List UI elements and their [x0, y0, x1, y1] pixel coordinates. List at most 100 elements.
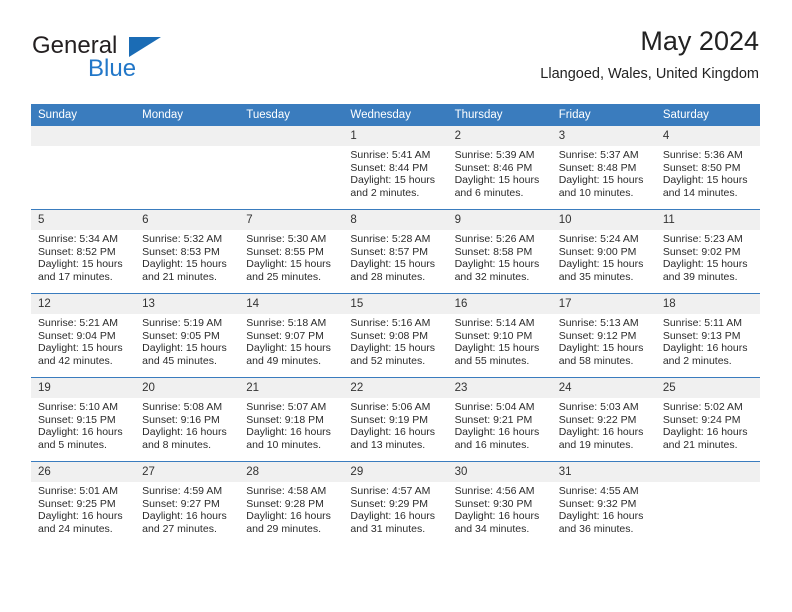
page-title: May 2024: [640, 26, 759, 56]
day-details: Sunrise: 5:08 AM Sunset: 9:16 PM Daylight:…: [135, 398, 239, 451]
day-detail-line: Sunset: 9:13 PM: [662, 329, 741, 342]
day-detail-line: Daylight: 16 hours: [558, 510, 644, 523]
day-cell[interactable]: 12 Sunrise: 5:21 AM Sunset: 9:04 PM Dayligh…: [31, 293, 136, 378]
day-number: 31: [551, 462, 656, 482]
day-detail-line: Sunset: 9:10 PM: [454, 329, 533, 342]
day-cell[interactable]: 17 Sunrise: 5:13 AM Sunset: 9:12 PM Dayligh…: [551, 293, 656, 378]
day-cell[interactable]: 28 Sunrise: 4:58 AM Sunset: 9:28 PM Dayligh…: [239, 461, 344, 545]
day-cell[interactable]: 5 Sunrise: 5:34 AM Sunset: 8:52 PM Daylight…: [31, 209, 136, 294]
day-detail-line: and 8 minutes.: [142, 438, 212, 451]
day-cell[interactable]: 22 Sunrise: 5:06 AM Sunset: 9:19 PM Dayligh…: [343, 377, 448, 462]
day-detail-line: Daylight: 15 hours: [454, 174, 540, 187]
day-detail-line: and 19 minutes.: [558, 438, 634, 451]
day-detail-line: and 21 minutes.: [662, 438, 738, 451]
day-detail-line: and 45 minutes.: [142, 354, 217, 367]
day-detail-line: Daylight: 15 hours: [350, 342, 436, 355]
day-cell[interactable]: 30 Sunrise: 4:56 AM Sunset: 9:30 PM Dayligh…: [447, 461, 552, 545]
day-detail-line: Sunrise: 4:59 AM: [142, 485, 223, 497]
day-number: 18: [655, 294, 760, 314]
day-detail-line: and 55 minutes.: [454, 354, 530, 367]
day-cell[interactable]: 11 Sunrise: 5:23 AM Sunset: 9:02 PM Dayligh…: [655, 209, 760, 294]
day-detail-line: Sunset: 9:22 PM: [558, 413, 637, 426]
day-cell[interactable]: 25 Sunrise: 5:02 AM Sunset: 9:24 PM Dayligh…: [655, 377, 760, 462]
day-detail-line: and 2 minutes.: [350, 186, 420, 199]
day-cell[interactable]: 26 Sunrise: 5:01 AM Sunset: 9:25 PM Dayligh…: [31, 461, 136, 545]
day-detail-line: Daylight: 16 hours: [246, 510, 331, 523]
day-cell[interactable]: 8 Sunrise: 5:28 AM Sunset: 8:57 PM Daylight…: [343, 209, 448, 294]
day-cell[interactable]: 14 Sunrise: 5:18 AM Sunset: 9:07 PM Dayligh…: [239, 293, 344, 378]
day-cell[interactable]: 13 Sunrise: 5:19 AM Sunset: 9:05 PM Dayligh…: [135, 293, 240, 378]
day-detail-line: Sunrise: 5:26 AM: [454, 233, 535, 245]
day-cell[interactable]: 9 Sunrise: 5:26 AM Sunset: 8:58 PM Daylight…: [447, 209, 552, 294]
weekday-header-tuesday: Tuesday: [239, 104, 344, 126]
day-cell[interactable]: 29 Sunrise: 4:57 AM Sunset: 9:29 PM Dayligh…: [343, 461, 448, 545]
day-detail-line: and 49 minutes.: [246, 354, 321, 367]
day-detail-line: Sunset: 9:16 PM: [142, 413, 220, 426]
day-details: Sunrise: 4:58 AM Sunset: 9:28 PM Daylight:…: [239, 482, 343, 535]
day-details: Sunrise: 5:14 AM Sunset: 9:10 PM Daylight:…: [448, 314, 552, 367]
day-detail-line: Sunset: 9:00 PM: [558, 245, 637, 258]
day-detail-line: Sunrise: 5:04 AM: [454, 401, 535, 413]
day-cell[interactable]: 20 Sunrise: 5:08 AM Sunset: 9:16 PM Dayligh…: [135, 377, 240, 462]
day-detail-line: Daylight: 15 hours: [350, 258, 436, 271]
day-cell[interactable]: 21 Sunrise: 5:07 AM Sunset: 9:18 PM Dayligh…: [239, 377, 344, 462]
page-header: General Blue May 2024 Llangoed, Wales, U…: [31, 24, 759, 94]
day-detail-line: and 34 minutes.: [454, 522, 530, 535]
day-detail-line: Sunrise: 5:28 AM: [350, 233, 431, 245]
day-number: 28: [239, 462, 344, 482]
day-detail-line: and 10 minutes.: [246, 438, 321, 451]
day-detail-line: Daylight: 15 hours: [454, 342, 540, 355]
day-cell[interactable]: 2 Sunrise: 5:39 AM Sunset: 8:46 PM Daylight…: [447, 126, 552, 210]
general-blue-logo[interactable]: General Blue: [31, 24, 261, 88]
day-number: [31, 126, 136, 146]
day-detail-line: and 28 minutes.: [350, 270, 426, 283]
day-detail-line: Daylight: 15 hours: [558, 174, 644, 187]
day-cell[interactable]: 1 Sunrise: 5:41 AM Sunset: 8:44 PM Daylight…: [343, 126, 448, 210]
day-cell[interactable]: 10 Sunrise: 5:24 AM Sunset: 9:00 PM Dayligh…: [551, 209, 656, 294]
day-detail-line: Sunrise: 5:14 AM: [454, 317, 535, 329]
day-detail-line: Sunset: 9:21 PM: [454, 413, 533, 426]
title-block: May 2024 Llangoed, Wales, United Kingdom: [540, 24, 759, 83]
day-number: 19: [31, 378, 136, 398]
day-detail-line: Sunrise: 5:36 AM: [662, 149, 743, 161]
day-cell[interactable]: 7 Sunrise: 5:30 AM Sunset: 8:55 PM Daylight…: [239, 209, 344, 294]
day-cell[interactable]: 3 Sunrise: 5:37 AM Sunset: 8:48 PM Daylight…: [551, 126, 656, 210]
day-cell[interactable]: 19 Sunrise: 5:10 AM Sunset: 9:15 PM Dayligh…: [31, 377, 136, 462]
day-number: 26: [31, 462, 136, 482]
day-cell[interactable]: 23 Sunrise: 5:04 AM Sunset: 9:21 PM Dayligh…: [447, 377, 552, 462]
calendar-week-row: 5 Sunrise: 5:34 AM Sunset: 8:52 PM Daylight…: [31, 209, 760, 294]
logo-text-blue: Blue: [88, 55, 137, 82]
calendar-table: Sunday Monday Tuesday Wednesday Thursday Frid…: [31, 104, 760, 545]
day-cell[interactable]: 31 Sunrise: 4:55 AM Sunset: 9:32 PM Dayligh…: [551, 461, 656, 545]
day-detail-line: Daylight: 16 hours: [38, 426, 123, 439]
day-detail-line: Sunset: 8:53 PM: [142, 245, 220, 258]
day-detail-line: Sunrise: 5:06 AM: [350, 401, 431, 413]
calendar-week-row: 12 Sunrise: 5:21 AM Sunset: 9:04 PM Dayligh…: [31, 293, 760, 378]
day-number: 30: [447, 462, 552, 482]
day-detail-line: Sunset: 9:30 PM: [454, 497, 533, 510]
day-cell[interactable]: 18 Sunrise: 5:11 AM Sunset: 9:13 PM Dayligh…: [655, 293, 760, 378]
day-details: [239, 146, 343, 149]
day-detail-line: Sunrise: 5:16 AM: [350, 317, 431, 329]
day-details: Sunrise: 5:18 AM Sunset: 9:07 PM Daylight:…: [239, 314, 343, 367]
day-details: Sunrise: 5:37 AM Sunset: 8:48 PM Daylight:…: [552, 146, 656, 199]
day-detail-line: Sunset: 8:44 PM: [350, 161, 429, 174]
day-cell[interactable]: 27 Sunrise: 4:59 AM Sunset: 9:27 PM Dayligh…: [135, 461, 240, 545]
day-cell[interactable]: 15 Sunrise: 5:16 AM Sunset: 9:08 PM Dayligh…: [343, 293, 448, 378]
day-cell[interactable]: 24 Sunrise: 5:03 AM Sunset: 9:22 PM Dayligh…: [551, 377, 656, 462]
day-details: Sunrise: 5:32 AM Sunset: 8:53 PM Daylight:…: [135, 230, 239, 283]
day-detail-line: Sunset: 9:27 PM: [142, 497, 220, 510]
weekday-header-saturday: Saturday: [655, 104, 760, 126]
day-detail-line: Daylight: 15 hours: [454, 258, 540, 271]
day-detail-line: Daylight: 15 hours: [662, 258, 748, 271]
day-detail-line: Sunset: 8:57 PM: [350, 245, 429, 258]
day-cell[interactable]: 4 Sunrise: 5:36 AM Sunset: 8:50 PM Daylight…: [655, 126, 760, 210]
day-cell[interactable]: 16 Sunrise: 5:14 AM Sunset: 9:10 PM Dayligh…: [447, 293, 552, 378]
day-number: 14: [239, 294, 344, 314]
day-detail-line: and 39 minutes.: [662, 270, 738, 283]
day-cell[interactable]: 6 Sunrise: 5:32 AM Sunset: 8:53 PM Daylight…: [135, 209, 240, 294]
triangle-icon: [129, 37, 161, 57]
day-details: Sunrise: 5:30 AM Sunset: 8:55 PM Daylight:…: [239, 230, 343, 283]
calendar-body: 1 Sunrise: 5:41 AM Sunset: 8:44 PM Daylight…: [31, 126, 760, 545]
day-detail-line: Sunrise: 5:11 AM: [662, 317, 743, 329]
